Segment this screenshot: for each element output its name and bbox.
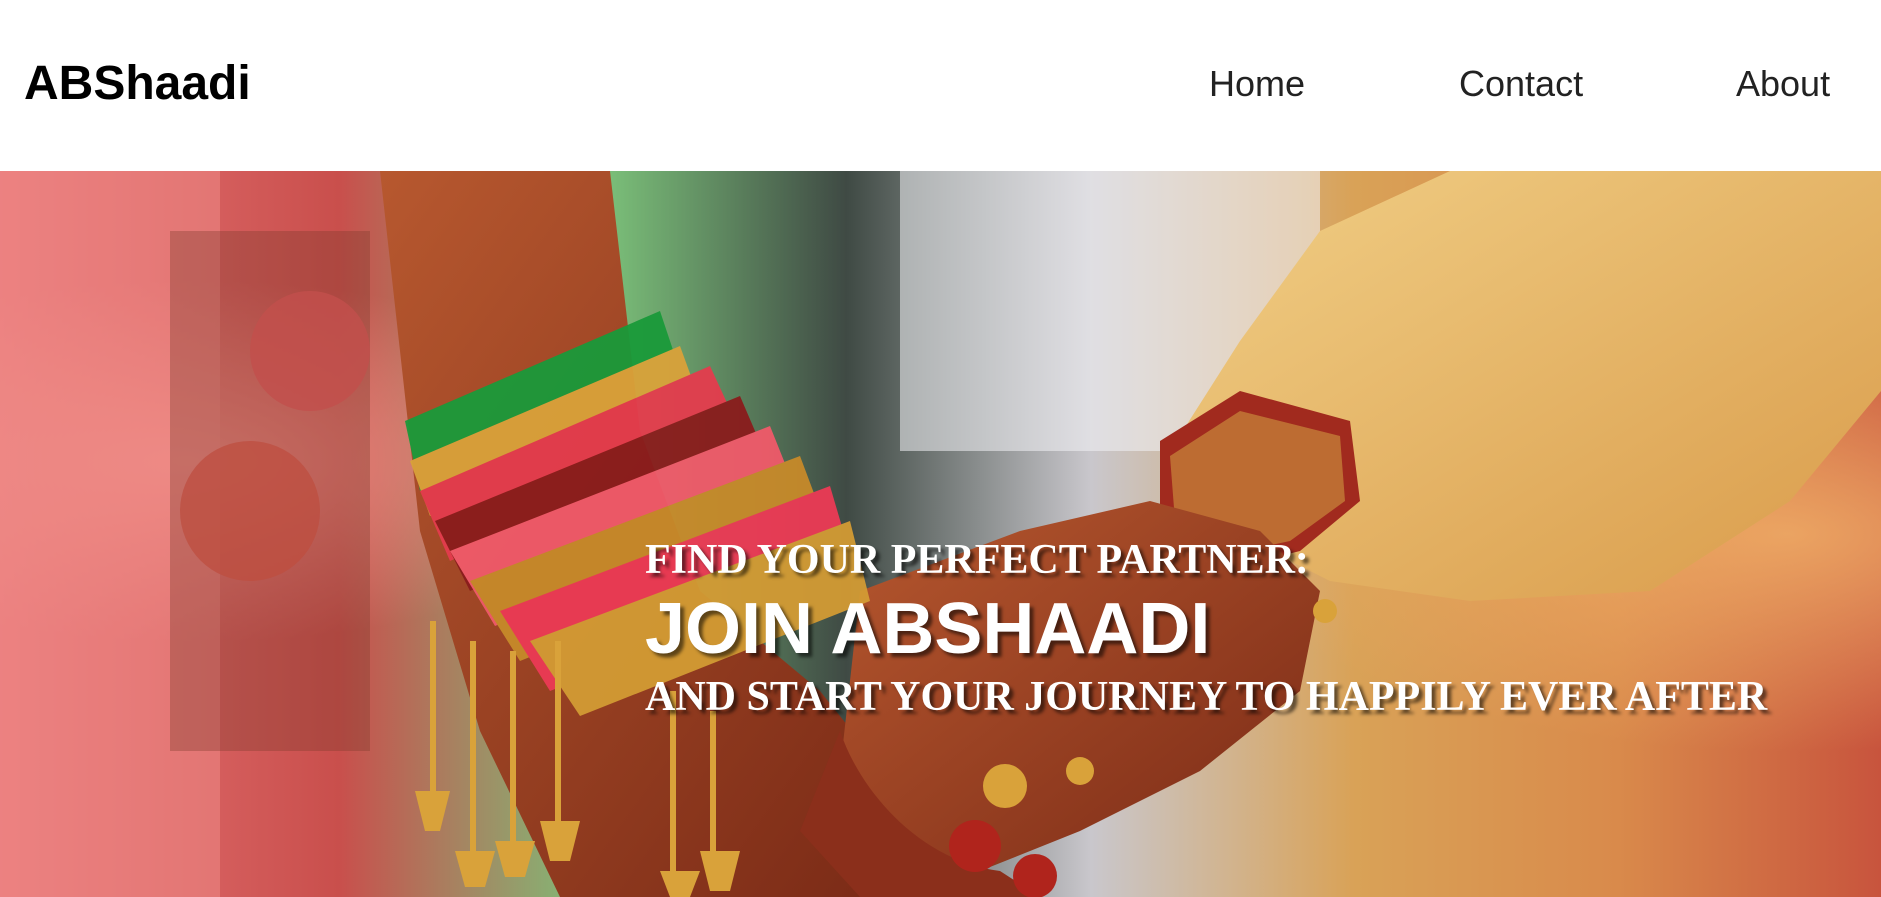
navbar: ABShaadi Home Contact About (0, 0, 1881, 171)
nav-link-home[interactable]: Home (1209, 62, 1305, 106)
hero-subheadline: AND START YOUR JOURNEY TO HAPPILY EVER A… (645, 674, 1768, 720)
hero-background-image (0, 171, 1881, 897)
hero-tagline: FIND YOUR PERFECT PARTNER: (645, 537, 1309, 583)
hero-headline: JOIN ABSHAADI (645, 589, 1211, 669)
nav-link-about[interactable]: About (1736, 62, 1830, 106)
nav-link-contact[interactable]: Contact (1459, 62, 1583, 106)
hero-banner: FIND YOUR PERFECT PARTNER: JOIN ABSHAADI… (0, 171, 1881, 897)
brand-logo[interactable]: ABShaadi (24, 56, 251, 112)
